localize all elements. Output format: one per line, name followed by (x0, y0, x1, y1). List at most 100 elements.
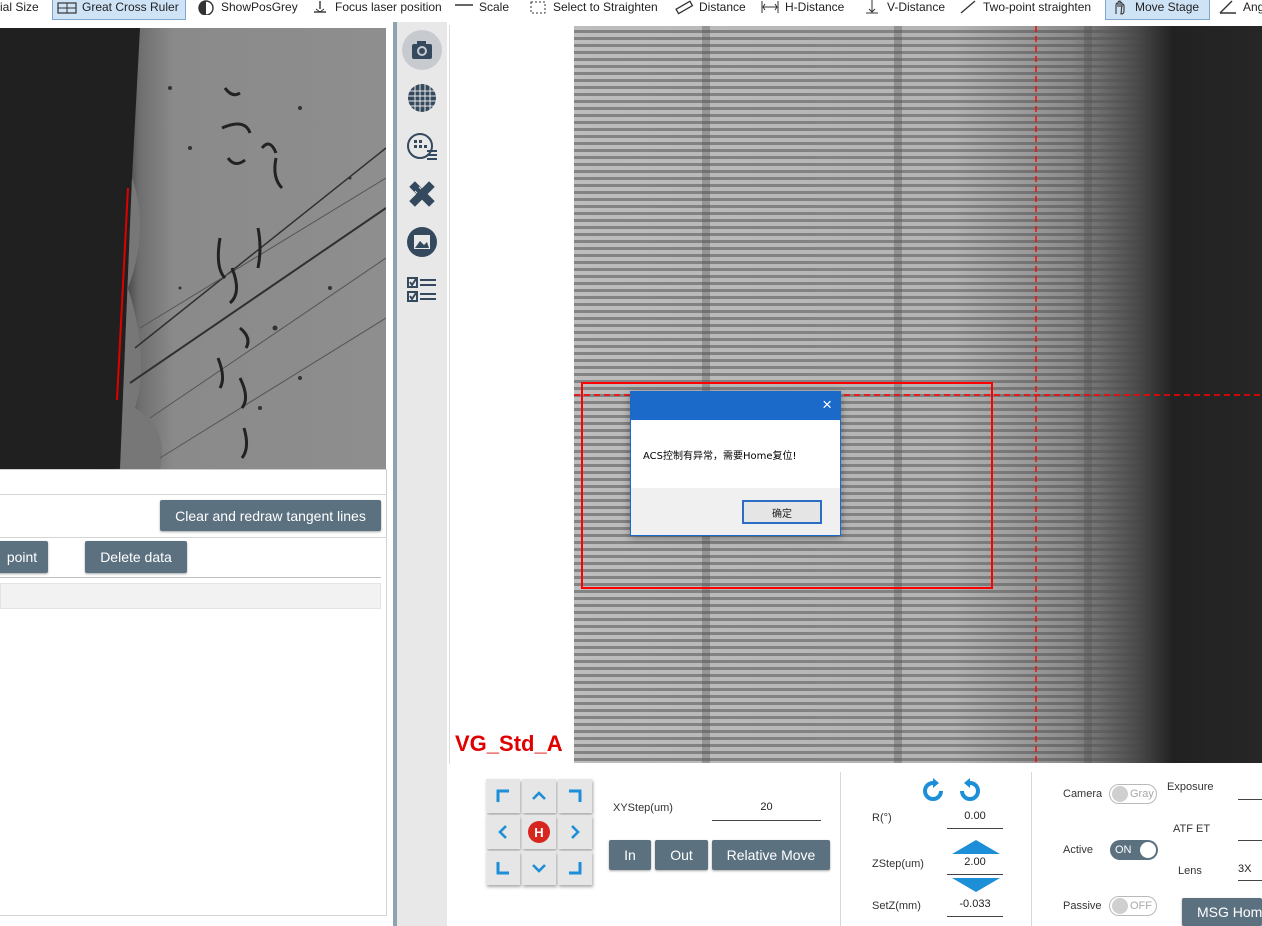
image-frame-icon (407, 227, 437, 257)
triangle-up-icon (952, 840, 1000, 854)
move-left-button[interactable] (486, 815, 520, 849)
table-row[interactable] (0, 583, 381, 609)
measure-button[interactable] (402, 174, 442, 214)
ruler-icon (674, 0, 694, 15)
toolbar-focus-laser[interactable]: Focus laser position (306, 0, 446, 20)
active-label: Active (1063, 844, 1093, 856)
controls-divider (840, 772, 841, 926)
camera-gray-toggle[interactable]: Gray (1109, 784, 1157, 804)
rotate-cw-button[interactable] (956, 777, 984, 805)
point-button[interactable]: point (0, 541, 48, 573)
clear-redraw-tangent-button[interactable]: Clear and redraw tangent lines (160, 500, 381, 531)
corner-up-left-icon (496, 789, 509, 802)
showposgrey-label: ShowPosGrey (221, 0, 298, 14)
distance-label: Distance (699, 0, 746, 14)
zstep-input[interactable]: 2.00 (947, 856, 1003, 875)
toolbar-actual-size[interactable]: ial Size (0, 0, 43, 20)
toolbar-angle[interactable]: Ang (1214, 0, 1262, 20)
toolbar-move-stage[interactable]: Move Stage (1105, 0, 1210, 20)
camera-toggle-text: Gray (1130, 788, 1154, 800)
half-circle-icon (196, 0, 216, 15)
dialog-title-bar[interactable]: × (631, 392, 840, 420)
atf-et-label: ATF ET (1173, 823, 1211, 835)
z-up-button[interactable] (952, 839, 1000, 855)
msg-home-button[interactable]: MSG Hom (1182, 898, 1262, 926)
h-distance-label: H-Distance (785, 0, 845, 14)
home-button[interactable]: H (522, 815, 556, 849)
image-button[interactable] (402, 222, 442, 262)
zoom-out-button[interactable]: Out (655, 840, 708, 870)
actual-size-label: ial Size (0, 0, 39, 14)
delete-data-button[interactable]: Delete data (85, 541, 187, 573)
toolbar-scale[interactable]: Scale (450, 0, 513, 20)
target-button[interactable] (402, 126, 442, 166)
r-input[interactable]: 0.00 (947, 810, 1003, 829)
z-down-button[interactable] (952, 877, 1000, 893)
zoom-in-button[interactable]: In (609, 840, 651, 870)
rotate-ccw-icon (923, 778, 943, 801)
chevron-left-icon (498, 825, 507, 839)
cross-ruler-icon (57, 0, 77, 15)
move-down-right-button[interactable] (558, 851, 592, 885)
select-straighten-icon (528, 0, 548, 15)
checklist-button[interactable] (402, 270, 442, 310)
lens-select[interactable]: 3X (1238, 863, 1262, 881)
checklist-icon (407, 277, 436, 302)
lens-label: Lens (1178, 865, 1202, 877)
grid-button[interactable] (402, 78, 442, 118)
toolbar-select-straighten[interactable]: Select to Straighten (524, 0, 662, 20)
great-cross-ruler-label: Great Cross Ruler (82, 0, 179, 14)
camera-icon (412, 41, 432, 59)
toolbar-showposgrey[interactable]: ShowPosGrey (192, 0, 302, 20)
r-label: R(°) (872, 812, 892, 824)
chevron-down-icon (532, 864, 546, 873)
select-straighten-label: Select to Straighten (553, 0, 658, 14)
toggle-knob (1112, 786, 1128, 802)
passive-toggle[interactable]: OFF (1109, 896, 1157, 916)
zstep-label: ZStep(um) (872, 858, 924, 870)
grid-globe-icon (408, 84, 436, 112)
xystep-input[interactable]: 20 (712, 801, 821, 821)
passive-toggle-text: OFF (1130, 900, 1152, 912)
close-icon[interactable]: × (822, 396, 832, 414)
toolbar-distance[interactable]: Distance (670, 0, 750, 20)
corner-down-left-icon (496, 862, 509, 875)
dialog-ok-button[interactable]: 确定 (742, 500, 822, 524)
passive-label: Passive (1063, 900, 1102, 912)
laser-icon (310, 0, 330, 15)
relative-move-button[interactable]: Relative Move (712, 840, 830, 870)
h-distance-icon (760, 0, 780, 15)
toolbar-v-distance[interactable]: V-Distance (858, 0, 949, 20)
toolbar-great-cross-ruler[interactable]: Great Cross Ruler (52, 0, 186, 20)
controls-divider-2 (1031, 772, 1032, 926)
target-grid-icon (407, 133, 437, 160)
exposure-input[interactable] (1238, 783, 1262, 800)
scale-label: Scale (479, 0, 510, 14)
error-dialog: × ACS控制有异常，需要Home复位! 确定 (630, 391, 841, 536)
tangent-image[interactable] (0, 28, 386, 469)
move-down-button[interactable] (522, 851, 556, 885)
corner-up-right-icon (569, 789, 582, 802)
toolbar: ial Size Great Cross Ruler ShowPosGrey F… (0, 0, 1262, 22)
setz-label: SetZ(mm) (872, 900, 921, 912)
move-up-left-button[interactable] (486, 779, 520, 813)
rotate-ccw-button[interactable] (919, 777, 947, 805)
toolbar-two-point-straighten[interactable]: Two-point straighten (954, 0, 1095, 20)
table-header-line (0, 577, 381, 578)
move-right-button[interactable] (558, 815, 592, 849)
two-point-icon (958, 0, 978, 15)
v-distance-icon (862, 0, 882, 15)
toolbar-h-distance[interactable]: H-Distance (756, 0, 848, 20)
toggle-knob (1140, 842, 1156, 858)
atf-et-input[interactable] (1238, 824, 1262, 841)
move-up-button[interactable] (522, 779, 556, 813)
move-down-left-button[interactable] (486, 851, 520, 885)
setz-input[interactable]: -0.033 (947, 898, 1003, 917)
ruler-pencil-icon (409, 181, 435, 207)
active-toggle[interactable]: ON (1110, 840, 1158, 860)
chevron-right-icon (571, 825, 580, 839)
move-up-right-button[interactable] (558, 779, 592, 813)
camera-button[interactable] (402, 30, 442, 70)
exposure-label: Exposure (1167, 781, 1214, 793)
camera-label: Camera (1063, 788, 1103, 800)
